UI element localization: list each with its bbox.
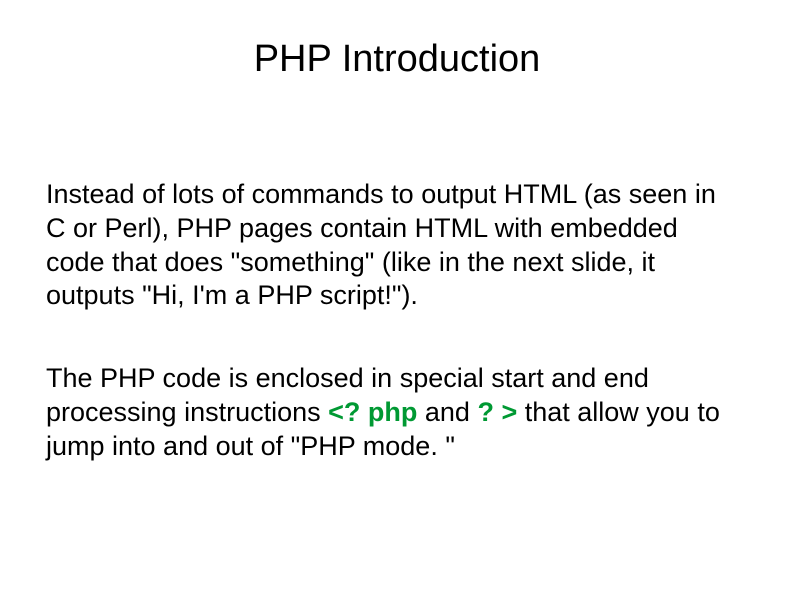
php-end-tag: ? > bbox=[477, 397, 517, 427]
slide-paragraph-2: The PHP code is enclosed in special star… bbox=[46, 362, 734, 463]
slide-title: PHP Introduction bbox=[0, 38, 794, 81]
php-start-tag: <? php bbox=[328, 397, 417, 427]
slide-paragraph-1: Instead of lots of commands to output HT… bbox=[46, 178, 734, 313]
paragraph-2-and: and bbox=[417, 397, 477, 427]
